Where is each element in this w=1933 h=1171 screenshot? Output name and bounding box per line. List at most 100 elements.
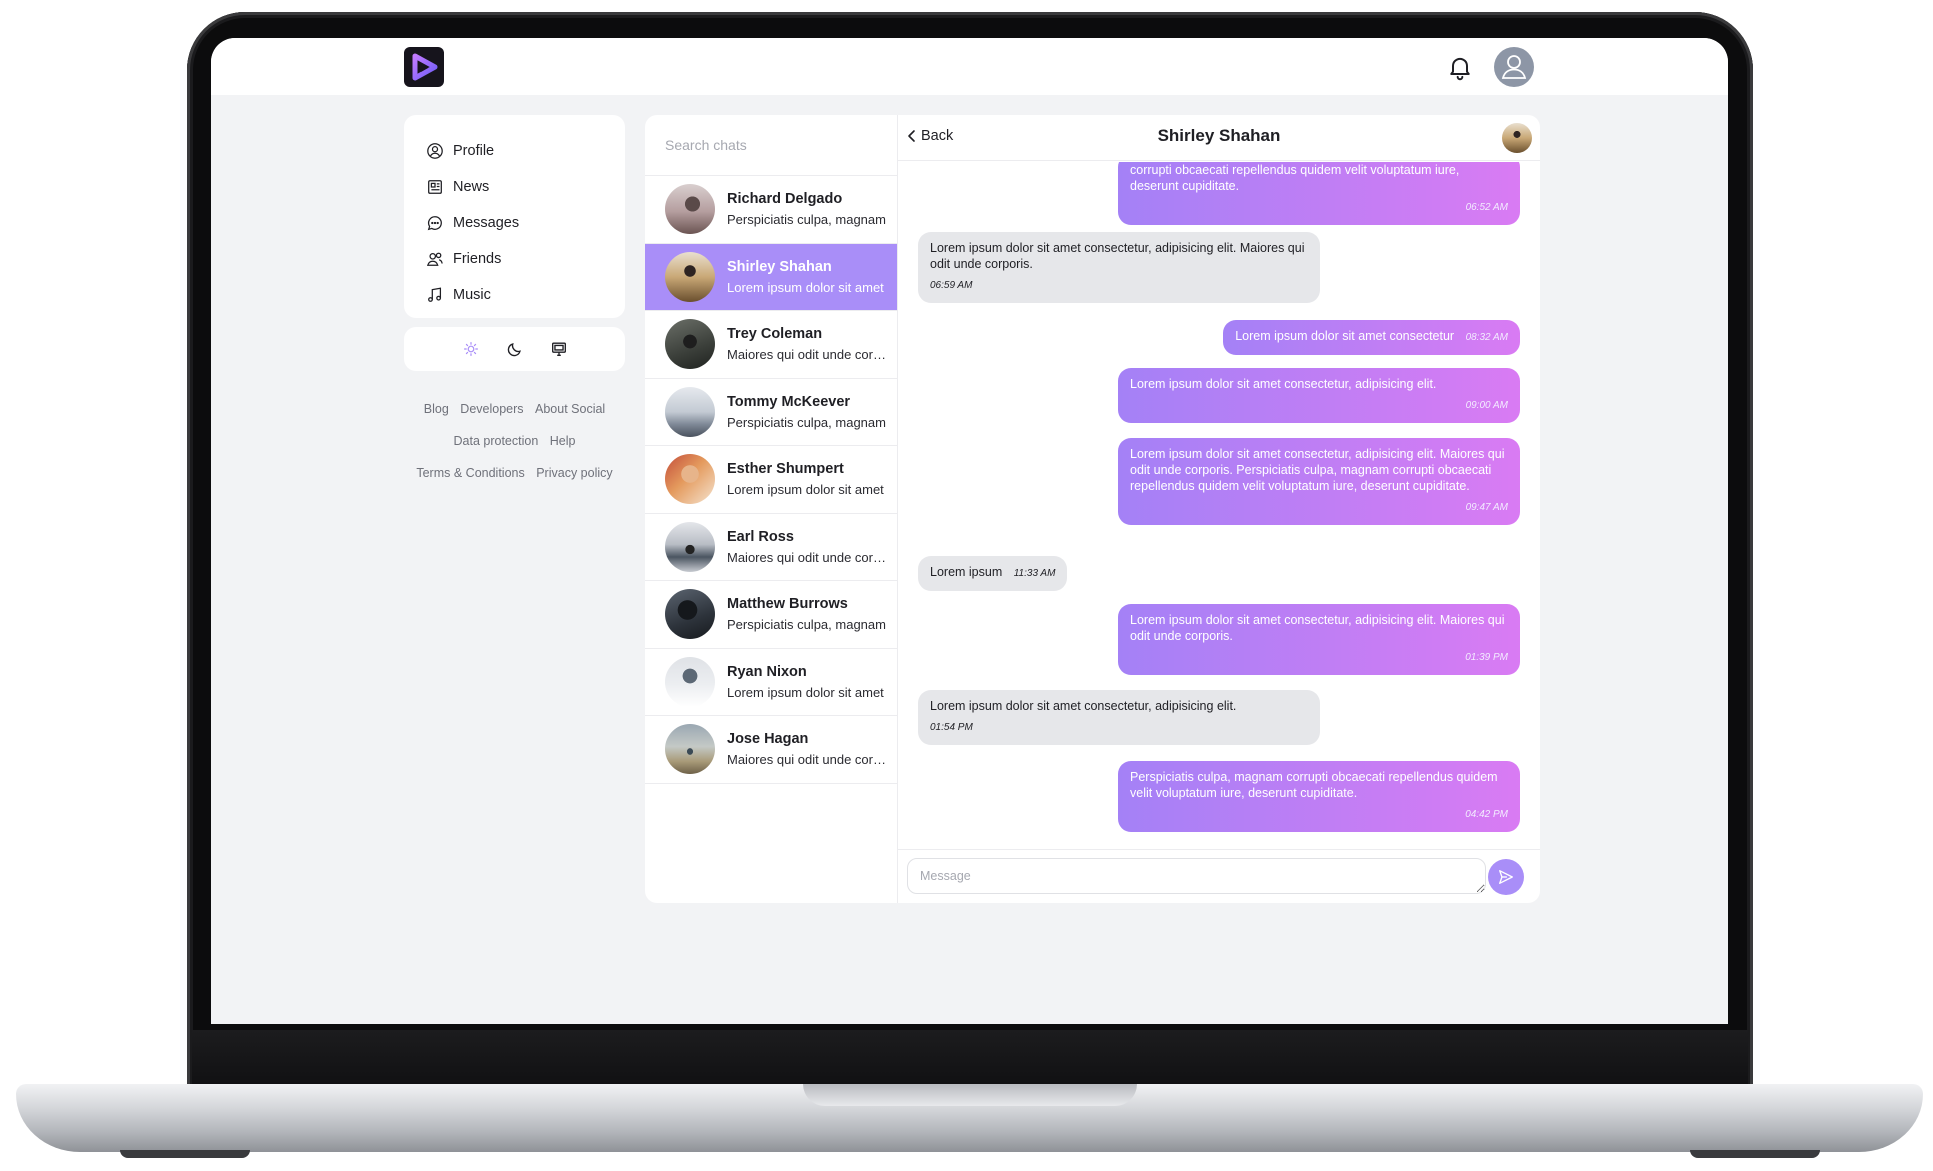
message-composer	[898, 849, 1540, 903]
chat-row[interactable]: Earl Ross Maiores qui odit unde corporis	[645, 514, 897, 581]
footer-link-developers[interactable]: Developers	[460, 402, 523, 416]
avatar	[665, 319, 715, 370]
footer-links-row: Blog Developers About Social	[404, 393, 625, 425]
chat-preview: Maiores qui odit unde corporis	[727, 752, 892, 768]
chat-preview: Lorem ipsum dolor sit amet	[727, 482, 884, 498]
message-incoming: Lorem ipsum 11:33 AM	[918, 556, 1068, 591]
conversation-panel: Back Shirley Shahan corrupti obcaecati r…	[897, 115, 1540, 903]
footer-links-row: Terms & Conditions Privacy policy	[404, 457, 625, 489]
message-time: 06:59 AM	[930, 280, 973, 291]
chat-name: Jose Hagan	[727, 731, 809, 748]
chat-preview: Maiores qui odit unde corporis	[727, 347, 892, 363]
sidebar-item-friends[interactable]: Friends	[404, 241, 625, 277]
user-circle-icon	[427, 143, 443, 159]
chat-row-active[interactable]: Shirley Shahan Lorem ipsum dolor sit amet	[645, 243, 897, 311]
footer-link-blog[interactable]: Blog	[424, 402, 449, 416]
footer-link-about[interactable]: About Social	[535, 402, 605, 416]
user-avatar-button[interactable]	[1494, 47, 1534, 87]
chat-name: Tommy McKeever	[727, 393, 851, 410]
avatar	[665, 184, 715, 235]
message-outgoing: Lorem ipsum dolor sit amet consectetur, …	[1118, 438, 1520, 525]
chat-row[interactable]: Matthew Burrows Perspiciatis culpa, magna…	[645, 581, 897, 649]
avatar	[665, 656, 715, 707]
laptop-notch	[803, 1084, 1137, 1106]
message-list: corrupti obcaecati repellendus quidem ve…	[898, 162, 1540, 848]
message-text: Lorem ipsum dolor sit amet consectetur, …	[1130, 613, 1505, 643]
message-time: 04:42 PM	[1465, 809, 1508, 820]
chat-name: Richard Delgado	[727, 191, 843, 208]
moon-icon[interactable]	[504, 338, 526, 360]
message-text: Lorem ipsum dolor sit amet consectetur, …	[1130, 447, 1505, 493]
message-text: Lorem ipsum	[930, 565, 1003, 579]
chat-row[interactable]: Jose Hagan Maiores qui odit unde corporis	[645, 716, 897, 784]
sidebar-item-label: Friends	[453, 251, 502, 267]
chat-preview: Perspiciatis culpa, magnam	[727, 617, 886, 633]
chat-list: Richard Delgado Perspiciatis culpa, magna…	[645, 115, 897, 903]
avatar	[665, 386, 715, 437]
monitor-icon[interactable]	[548, 338, 570, 360]
app-screen: Profile News Messages Friends Music Blog…	[211, 38, 1728, 1024]
chat-preview: Perspiciatis culpa, magnam	[727, 212, 886, 228]
message-time: 01:39 PM	[1465, 652, 1508, 663]
friends-icon	[426, 252, 443, 266]
message-outgoing: Lorem ipsum dolor sit amet consectetur 0…	[1223, 320, 1520, 355]
chat-name: Earl Ross	[727, 528, 794, 545]
chat-row[interactable]: Esther Shumpert Lorem ipsum dolor sit ame…	[645, 446, 897, 514]
sidebar-item-label: Music	[453, 287, 491, 303]
chat-row[interactable]: Richard Delgado Perspiciatis culpa, magna…	[645, 176, 897, 244]
chat-name: Matthew Burrows	[727, 596, 848, 613]
sidebar-item-label: Messages	[453, 215, 520, 231]
sidebar-item-music[interactable]: Music	[404, 277, 625, 313]
message-outgoing: Perspiciatis culpa, magnam corrupti obca…	[1118, 761, 1520, 832]
footer-link-privacy[interactable]: Privacy policy	[536, 466, 612, 480]
chat-preview: Lorem ipsum dolor sit amet	[727, 279, 884, 295]
chat-preview: Lorem ipsum dolor sit amet	[727, 684, 884, 700]
sidebar-item-news[interactable]: News	[404, 169, 625, 205]
avatar	[665, 251, 715, 302]
chat-row[interactable]: Tommy McKeever Perspiciatis culpa, magnam	[645, 379, 897, 446]
sidebar-item-profile[interactable]: Profile	[404, 133, 625, 169]
contact-avatar[interactable]	[1502, 123, 1532, 153]
play-logo-icon[interactable]	[404, 47, 444, 87]
message-time: 01:54 PM	[930, 722, 973, 733]
laptop-chin	[192, 1030, 1748, 1084]
footer-link-data-protection[interactable]: Data protection	[454, 434, 539, 448]
message-text: Lorem ipsum dolor sit amet consectetur	[1235, 329, 1455, 343]
sidebar-item-label: Profile	[453, 143, 495, 159]
chat-row[interactable]: Ryan Nixon Lorem ipsum dolor sit amet	[645, 649, 897, 716]
theme-switcher	[404, 327, 625, 371]
message-time: 06:52 AM	[1465, 202, 1508, 213]
chat-search	[645, 115, 897, 176]
footer-links-row: Data protection Help	[404, 425, 625, 457]
laptop-foot-left	[120, 1150, 250, 1158]
footer-links: Blog Developers About Social Data protec…	[404, 393, 625, 489]
footer-link-help[interactable]: Help	[550, 434, 576, 448]
sun-icon[interactable]	[460, 338, 482, 360]
chat-row[interactable]: Trey Coleman Maiores qui odit unde corpor…	[645, 311, 897, 379]
footer-link-terms[interactable]: Terms & Conditions	[416, 466, 524, 480]
message-outgoing: Lorem ipsum dolor sit amet consectetur, …	[1118, 368, 1520, 423]
chat-name: Ryan Nixon	[727, 663, 807, 680]
message-outgoing: Lorem ipsum dolor sit amet consectetur, …	[1118, 604, 1520, 675]
sidebar-item-messages[interactable]: Messages	[404, 205, 625, 241]
message-text: Lorem ipsum dolor sit amet consectetur, …	[930, 699, 1237, 713]
avatar	[665, 589, 715, 640]
avatar	[665, 521, 715, 572]
message-text: Lorem ipsum dolor sit amet consectetur, …	[930, 241, 1305, 271]
message-time: 08:32 AM	[1465, 332, 1508, 343]
bell-icon[interactable]	[1446, 53, 1474, 81]
chat-name: Shirley Shahan	[727, 258, 832, 275]
chat-preview: Maiores qui odit unde corporis	[727, 549, 892, 565]
search-chats-input[interactable]	[665, 137, 877, 153]
message-time: 09:00 AM	[1465, 400, 1508, 411]
message-incoming: Lorem ipsum dolor sit amet consectetur, …	[918, 690, 1320, 745]
chat-bubble-icon	[427, 216, 442, 231]
message-input[interactable]	[907, 858, 1486, 894]
music-note-icon	[428, 287, 442, 302]
message-incoming: Lorem ipsum dolor sit amet consectetur, …	[918, 232, 1320, 303]
avatar	[665, 724, 715, 775]
send-button[interactable]	[1488, 859, 1524, 895]
message-outgoing: corrupti obcaecati repellendus quidem ve…	[1118, 162, 1520, 225]
sidebar-menu: Profile News Messages Friends Music	[404, 115, 625, 318]
sidebar-item-label: News	[453, 179, 490, 195]
